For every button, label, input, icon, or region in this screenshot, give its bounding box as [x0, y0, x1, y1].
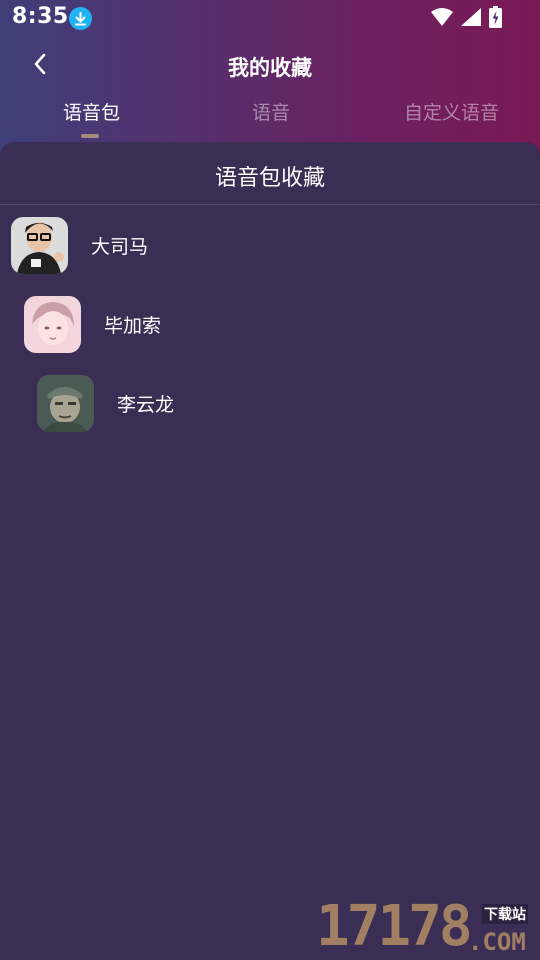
page-title: 我的收藏	[228, 56, 312, 80]
tab-voice[interactable]: 语音	[252, 98, 290, 125]
signal-icon	[461, 8, 481, 30]
item-name: 大司马	[91, 235, 149, 258]
battery-icon	[489, 6, 502, 32]
tab-voice-pack[interactable]: 语音包	[63, 98, 120, 125]
download-icon	[69, 7, 92, 30]
status-time: 8:35	[12, 4, 69, 29]
item-name: 毕加索	[104, 314, 162, 337]
list-item[interactable]: 毕加索	[24, 295, 161, 353]
watermark-tag: 下载站	[482, 904, 528, 924]
list-item[interactable]: 李云龙	[37, 374, 174, 432]
watermark-suffix: .COM	[468, 928, 526, 956]
tab-bar: 语音包 语音 自定义语音	[0, 98, 540, 138]
tab-custom-voice[interactable]: 自定义语音	[404, 98, 499, 125]
wifi-icon	[431, 8, 453, 30]
panel-title: 语音包收藏	[214, 166, 325, 191]
status-bar: 8:35	[0, 0, 540, 38]
tab-indicator	[81, 134, 99, 138]
watermark-logo: 17178 下载站 .COM	[316, 894, 540, 960]
avatar	[37, 374, 94, 432]
favorites-panel: 语音包收藏 大司马 毕加索 李云龙	[0, 142, 540, 960]
avatar	[11, 216, 68, 274]
list-item[interactable]: 大司马	[11, 216, 148, 274]
top-navigation: 我的收藏	[0, 44, 540, 88]
divider	[0, 204, 540, 205]
watermark-number: 17178	[316, 894, 473, 959]
item-name: 李云龙	[117, 393, 175, 416]
avatar	[24, 295, 81, 353]
